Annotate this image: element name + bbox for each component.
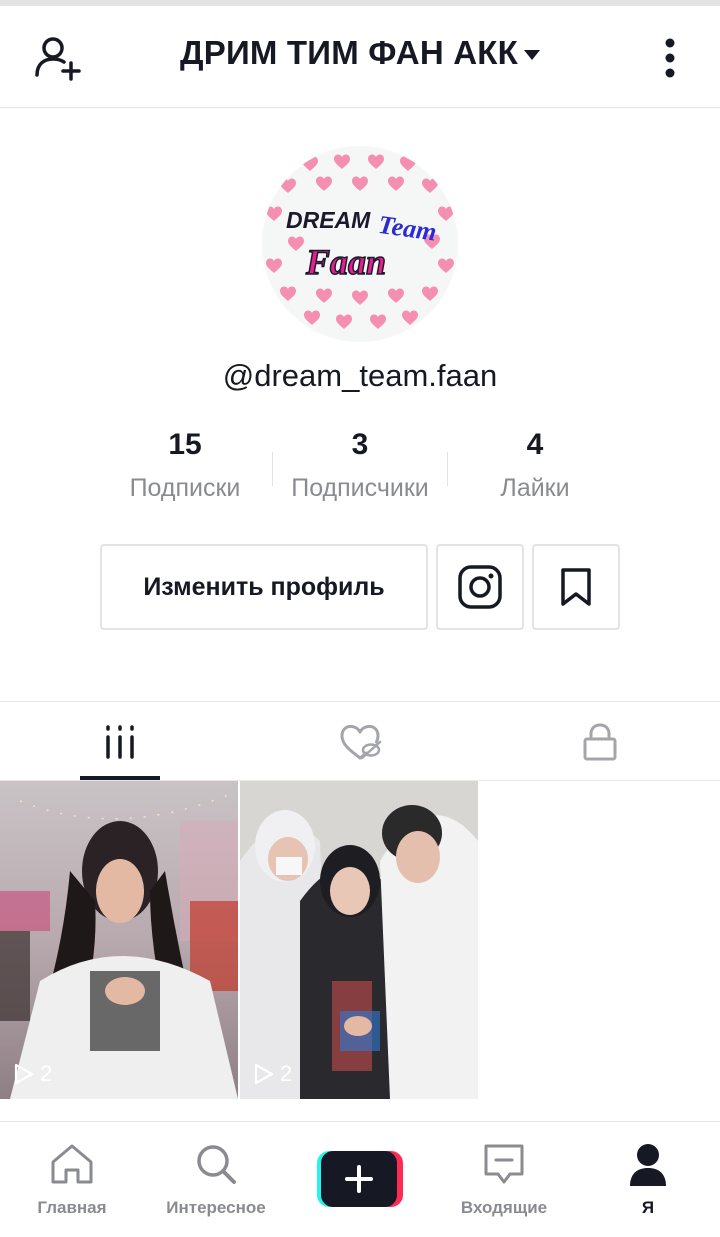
stat-following[interactable]: 15 Подписки <box>85 428 285 503</box>
nav-label: Интересное <box>166 1198 266 1217</box>
video-thumbnail[interactable]: 2 <box>240 781 478 1099</box>
home-icon <box>51 1144 93 1184</box>
page-title: ДРИМ ТИМ ФАН АКК <box>180 34 518 71</box>
stat-label: Подписки <box>129 474 241 502</box>
bookmark-icon <box>561 568 591 606</box>
stat-value: 3 <box>351 428 369 461</box>
view-count-value: 2 <box>280 1061 293 1086</box>
instagram-icon <box>458 565 502 609</box>
instagram-button[interactable] <box>436 544 524 630</box>
plus-icon <box>317 1151 403 1207</box>
bookmark-button[interactable] <box>532 544 620 630</box>
edit-profile-button[interactable]: Изменить профиль <box>100 544 428 630</box>
tab-videos[interactable] <box>0 702 240 781</box>
stat-label: Лайки <box>500 474 570 502</box>
tab-liked[interactable] <box>240 702 480 781</box>
lock-icon <box>583 722 617 760</box>
view-count-value: 2 <box>40 1061 53 1086</box>
avatar[interactable]: DREAM Team Faan <box>262 146 458 342</box>
nav-label: Входящие <box>460 1198 548 1217</box>
stat-followers[interactable]: 3 Подписчики <box>260 428 460 503</box>
caret-down-icon <box>523 50 540 61</box>
inbox-icon <box>484 1144 524 1184</box>
vertical-dots-icon[interactable] <box>642 30 698 86</box>
avatar-text-faan: Faan <box>305 242 386 282</box>
nav-inbox[interactable]: Входящие <box>432 1122 576 1237</box>
view-count: 2 <box>254 1061 292 1087</box>
username: @dream_team.faan <box>222 358 498 393</box>
nav-label: Я <box>641 1198 655 1217</box>
nav-label: Главная <box>37 1198 107 1217</box>
tab-private[interactable] <box>480 702 720 781</box>
play-icon <box>14 1063 34 1085</box>
stat-value: 15 <box>168 428 202 461</box>
video-thumbnail[interactable]: 2 <box>0 781 238 1099</box>
profile-icon <box>630 1144 666 1186</box>
search-icon <box>197 1145 236 1184</box>
stat-value: 4 <box>526 428 544 461</box>
account-switcher[interactable]: ДРИМ ТИМ ФАН АКК <box>0 34 720 72</box>
avatar-text-dream: DREAM <box>286 207 371 233</box>
nav-discover[interactable]: Интересное <box>144 1122 288 1237</box>
profile-header: ДРИМ ТИМ ФАН АКК <box>0 6 720 108</box>
stat-label: Подписчики <box>291 474 429 502</box>
nav-home[interactable]: Главная <box>0 1122 144 1237</box>
nav-profile[interactable]: Я <box>576 1122 720 1237</box>
content-tabs <box>0 701 720 781</box>
active-tab-indicator <box>80 776 160 780</box>
liked-hidden-icon <box>340 724 382 760</box>
play-icon <box>254 1063 274 1085</box>
grid-icon <box>106 724 134 759</box>
create-video-button[interactable] <box>317 1151 403 1207</box>
stat-likes[interactable]: 4 Лайки <box>435 428 635 503</box>
view-count: 2 <box>14 1061 52 1087</box>
